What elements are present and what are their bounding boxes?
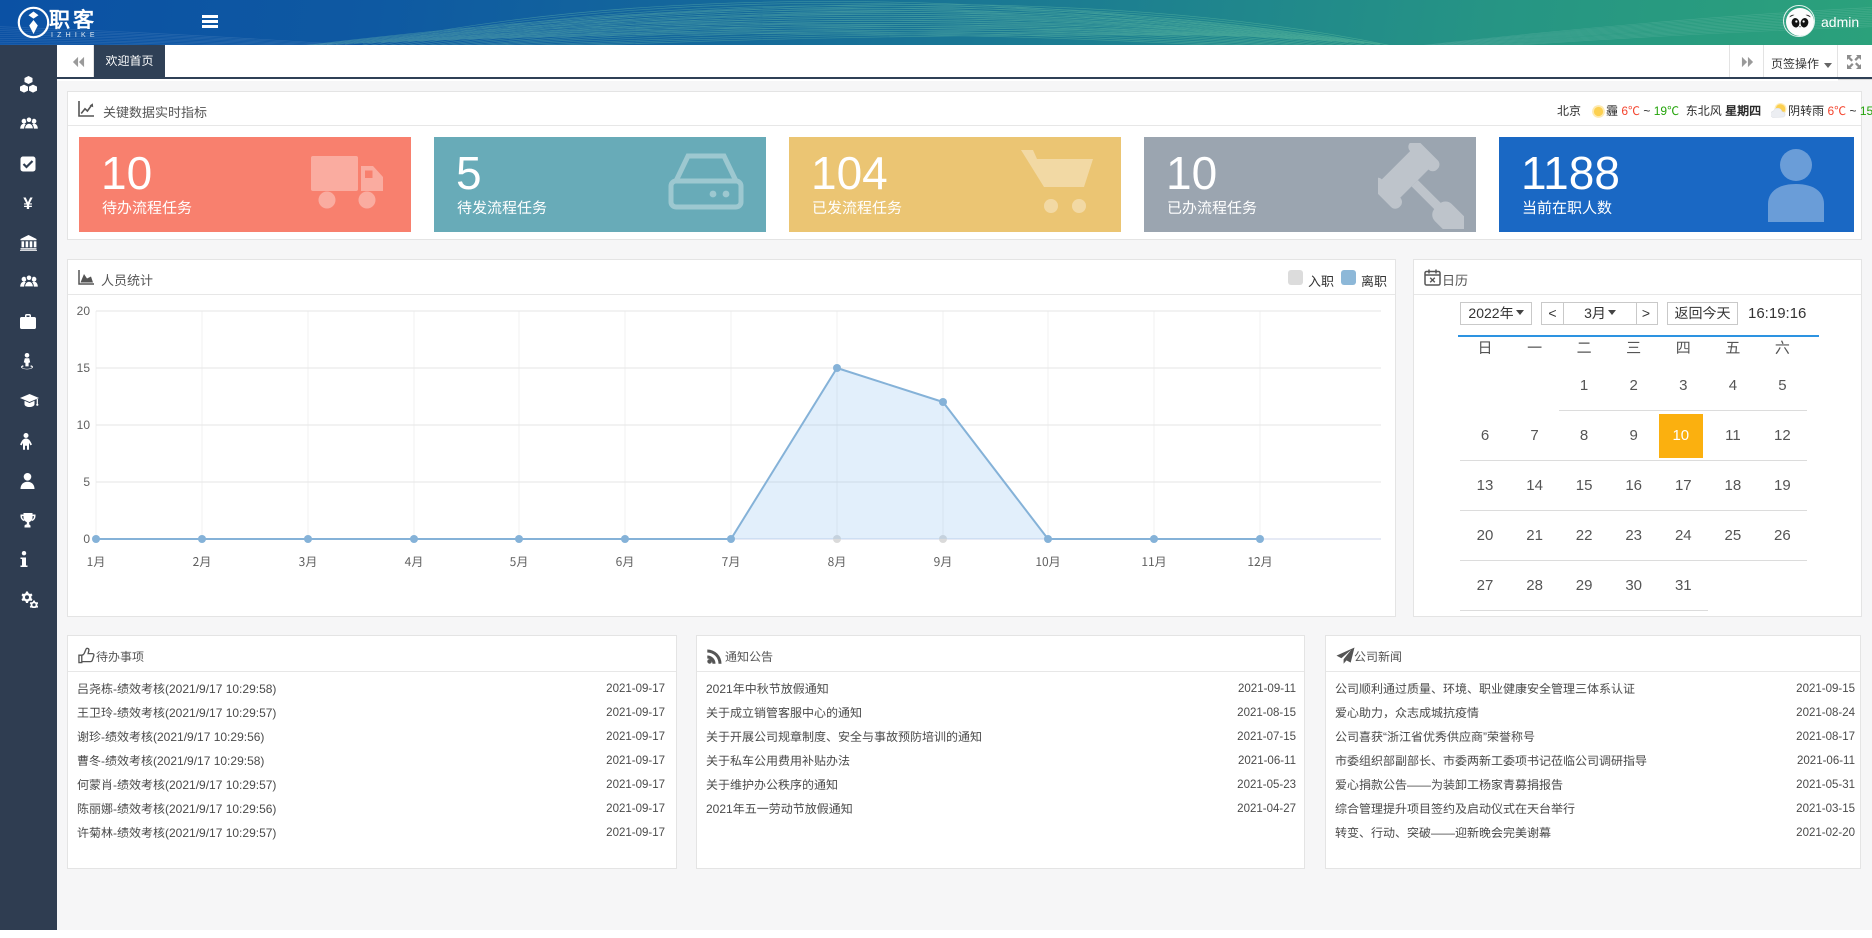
svg-text:9月: 9月 (934, 553, 953, 570)
svg-text:15: 15 (77, 361, 91, 375)
svg-text:10月: 10月 (1035, 553, 1060, 570)
svg-text:1月: 1月 (87, 553, 106, 570)
svg-text:12月: 12月 (1247, 553, 1272, 570)
svg-text:0: 0 (83, 532, 90, 546)
svg-text:8月: 8月 (828, 553, 847, 570)
svg-text:4月: 4月 (405, 553, 424, 570)
svg-text:20: 20 (77, 304, 91, 318)
svg-text:10: 10 (77, 418, 91, 432)
svg-text:5: 5 (83, 475, 90, 489)
svg-text:2月: 2月 (193, 553, 212, 570)
svg-text:11月: 11月 (1141, 553, 1166, 570)
svg-text:¥: ¥ (23, 195, 33, 212)
svg-text:7月: 7月 (722, 553, 741, 570)
svg-text:6月: 6月 (616, 553, 635, 570)
svg-text:5月: 5月 (510, 553, 529, 570)
svg-text:3月: 3月 (299, 553, 318, 570)
